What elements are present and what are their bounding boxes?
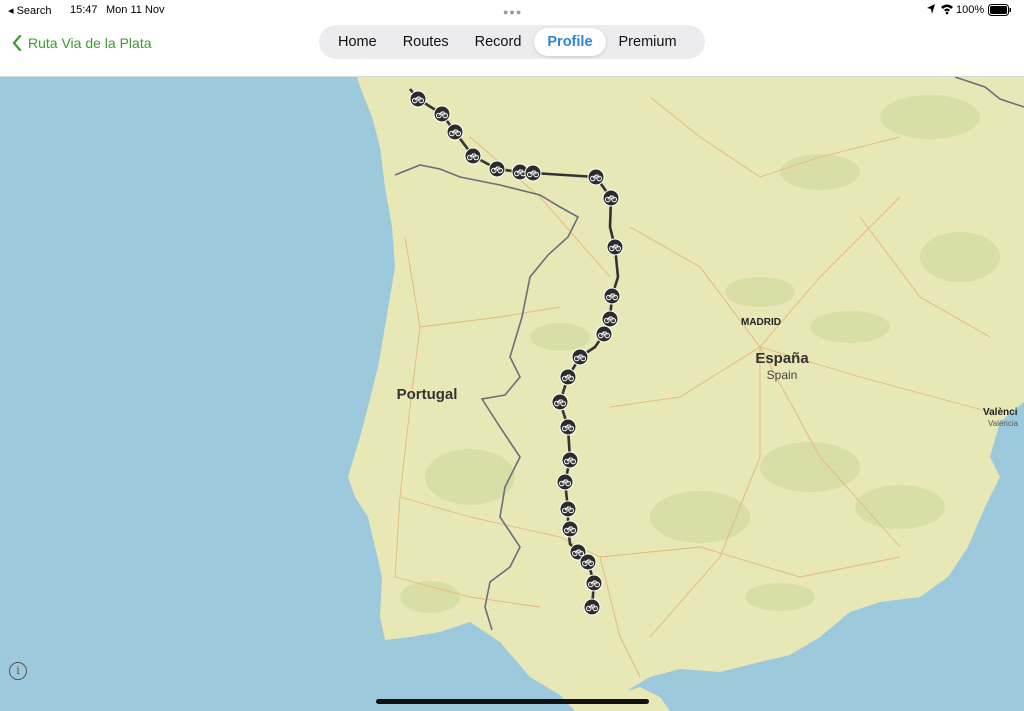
route-title: Ruta Via de la Plata [28, 35, 152, 51]
bicycle-icon[interactable] [571, 348, 589, 366]
wifi-icon [940, 3, 954, 18]
battery-percent: 100% [956, 4, 985, 16]
tab-segmented-control: Home Routes Record Profile Premium [319, 25, 705, 59]
tab-profile[interactable]: Profile [534, 28, 606, 56]
bicycle-icon[interactable] [561, 451, 579, 469]
bicycle-icon[interactable] [606, 238, 624, 256]
bicycle-icon[interactable] [561, 520, 579, 538]
location-arrow-icon [926, 3, 936, 18]
status-bar: ◂ Search 15:47 Mon 11 Nov ●●● 100% [0, 0, 1024, 22]
map-label-madrid: MADRID [741, 317, 781, 328]
back-to-app-link[interactable]: ◂ Search [8, 4, 51, 17]
status-time: 15:47 [70, 4, 98, 16]
back-button[interactable]: Ruta Via de la Plata [12, 35, 152, 51]
bicycle-icon[interactable] [433, 105, 451, 123]
tab-home[interactable]: Home [325, 28, 390, 56]
bicycle-icon[interactable] [602, 189, 620, 207]
bicycle-icon[interactable] [559, 418, 577, 436]
navigation-bar: Ruta Via de la Plata Home Routes Record … [0, 22, 1024, 77]
bicycle-icon[interactable] [583, 598, 601, 616]
home-indicator[interactable] [376, 699, 649, 704]
bicycle-icon[interactable] [559, 368, 577, 386]
map-view[interactable]: MADRID España Spain Portugal Valènci Val… [0, 77, 1024, 711]
map-label-espana: España [755, 350, 809, 367]
bicycle-icon[interactable] [601, 310, 619, 328]
tab-record[interactable]: Record [462, 28, 535, 56]
bicycle-icon[interactable] [551, 393, 569, 411]
map-label-portugal: Portugal [397, 386, 458, 403]
tab-routes[interactable]: Routes [390, 28, 462, 56]
map-label-valencia: Valènci [983, 407, 1018, 418]
map-label-valencia-sub: València [988, 419, 1019, 428]
bicycle-icon[interactable] [595, 325, 613, 343]
tab-premium[interactable]: Premium [606, 28, 690, 56]
multitasking-dots-icon[interactable]: ●●● [503, 7, 522, 17]
bicycle-icon[interactable] [446, 123, 464, 141]
info-icon[interactable]: i [9, 662, 27, 680]
bicycle-icon[interactable] [559, 500, 577, 518]
bicycle-icon[interactable] [409, 90, 427, 108]
bicycle-icon[interactable] [556, 473, 574, 491]
battery-icon [988, 4, 1012, 19]
bicycle-icon[interactable] [585, 574, 603, 592]
bicycle-icon[interactable] [524, 164, 542, 182]
bicycle-icon[interactable] [587, 168, 605, 186]
chevron-left-icon [12, 35, 22, 51]
bicycle-icon[interactable] [464, 147, 482, 165]
bicycle-icon[interactable] [579, 553, 597, 571]
map-label-spain: Spain [767, 368, 798, 382]
bicycle-icon[interactable] [603, 287, 621, 305]
bicycle-icon[interactable] [488, 160, 506, 178]
status-date: Mon 11 Nov [106, 4, 165, 16]
